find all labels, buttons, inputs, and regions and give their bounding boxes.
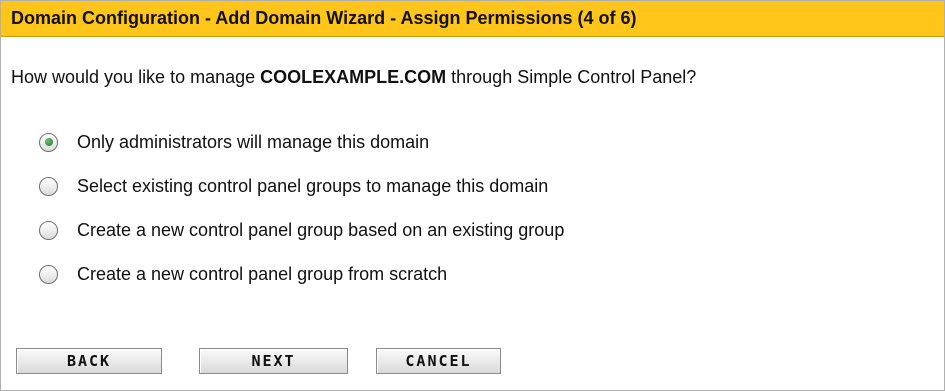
question-suffix: through Simple Control Panel? xyxy=(446,67,697,87)
option-new-group-from-existing[interactable]: Create a new control panel group based o… xyxy=(39,208,564,252)
radio-button[interactable] xyxy=(39,220,58,240)
radio-button[interactable] xyxy=(39,264,58,284)
option-new-group-from-scratch[interactable]: Create a new control panel group from sc… xyxy=(39,252,564,296)
option-label[interactable]: Create a new control panel group from sc… xyxy=(77,264,447,285)
option-label[interactable]: Select existing control panel groups to … xyxy=(77,176,548,197)
option-label[interactable]: Create a new control panel group based o… xyxy=(77,220,564,241)
question-domain: COOLEXAMPLE.COM xyxy=(260,67,447,87)
option-administrators-only[interactable]: Only administrators will manage this dom… xyxy=(39,120,564,164)
cancel-button[interactable]: CANCEL xyxy=(376,348,501,374)
back-button[interactable]: BACK xyxy=(16,348,162,374)
wizard-buttons: BACK NEXT CANCEL xyxy=(16,348,501,374)
permission-question: How would you like to manage COOLEXAMPLE… xyxy=(11,67,696,88)
wizard-title: Domain Configuration - Add Domain Wizard… xyxy=(11,8,637,28)
next-button[interactable]: NEXT xyxy=(199,348,348,374)
question-prefix: How would you like to manage xyxy=(11,67,261,87)
radio-button-selected[interactable] xyxy=(39,132,58,152)
wizard-title-bar: Domain Configuration - Add Domain Wizard… xyxy=(1,1,944,37)
radio-button[interactable] xyxy=(39,176,58,196)
permission-options: Only administrators will manage this dom… xyxy=(39,132,564,296)
option-label[interactable]: Only administrators will manage this dom… xyxy=(77,132,429,153)
wizard-panel: Domain Configuration - Add Domain Wizard… xyxy=(0,0,945,391)
option-existing-groups[interactable]: Select existing control panel groups to … xyxy=(39,164,564,208)
radio-dot xyxy=(44,138,53,146)
